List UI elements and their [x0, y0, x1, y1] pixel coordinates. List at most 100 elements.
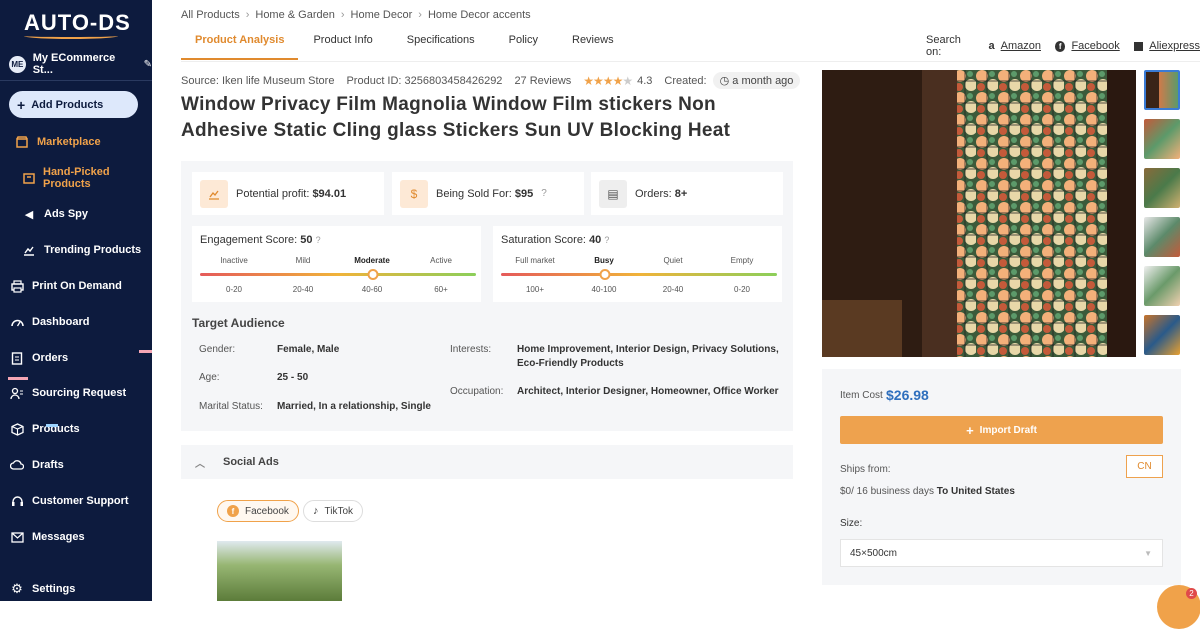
chat-widget-button[interactable]: 2	[1157, 585, 1200, 629]
potential-profit-card: Potential profit: $94.01	[192, 172, 384, 215]
add-products-button[interactable]: + Add Products	[9, 91, 138, 118]
sidebar-item-hand-picked[interactable]: Hand-Picked Products	[0, 166, 152, 190]
thumbnail[interactable]	[1144, 266, 1180, 306]
sidebar-item-label: Ads Spy	[44, 208, 89, 220]
sidebar-item-products[interactable]: Products	[0, 419, 152, 439]
thumbnail[interactable]	[1144, 315, 1180, 355]
clock-icon: ◷	[719, 75, 730, 87]
aliexpress-link[interactable]: Aliexpress	[1149, 40, 1200, 52]
pencil-icon[interactable]: ✎	[144, 59, 152, 70]
help-icon[interactable]: ?	[604, 235, 609, 245]
store-icon	[15, 135, 29, 149]
chevron-up-icon[interactable]: ︿	[195, 455, 205, 470]
thumbnail[interactable]	[1144, 217, 1180, 257]
clipboard-icon: ▤	[599, 179, 627, 208]
facebook-filter-pill[interactable]: f Facebook	[217, 500, 299, 522]
megaphone-icon: ◀	[24, 208, 34, 221]
product-title: Window Privacy Film Magnolia Window Film…	[181, 94, 731, 141]
saturation-level: Full market	[515, 256, 555, 265]
engagement-level: Moderate	[354, 256, 390, 265]
profit-label: Potential profit:	[236, 187, 310, 200]
sidebar-item-trending[interactable]: Trending Products	[0, 240, 152, 260]
engagement-range: 40-60	[361, 285, 383, 294]
ad-thumbnail[interactable]	[217, 541, 342, 601]
product-main-image[interactable]	[822, 70, 1136, 357]
sidebar-item-drafts[interactable]: Drafts	[0, 455, 152, 475]
social-ads-title: Social Ads	[223, 456, 279, 468]
profit-value: $94.01	[312, 187, 347, 200]
sidebar-item-customer-support[interactable]: Customer Support	[0, 491, 152, 511]
tab-product-info[interactable]: Product Info	[298, 34, 392, 60]
sidebar-item-label: Drafts	[32, 459, 64, 471]
scroll-marker	[139, 350, 152, 353]
tab-specifications[interactable]: Specifications	[393, 34, 495, 60]
breadcrumb-item[interactable]: Home & Garden	[255, 9, 334, 21]
engagement-range: 0-20	[225, 285, 243, 294]
scroll-marker	[46, 424, 58, 427]
import-draft-button[interactable]: + Import Draft	[840, 416, 1163, 444]
saturation-range: 0-20	[733, 285, 751, 294]
product-meta: Source: Iken life Museum Store Product I…	[181, 72, 801, 89]
size-value: 45×500cm	[850, 547, 897, 559]
chart-icon	[200, 179, 228, 208]
tab-bar: Product Analysis Product Info Specificat…	[181, 34, 628, 60]
store-selector[interactable]: ME My ECommerce St... ✎	[9, 52, 152, 76]
engagement-score-card: Engagement Score: 50 ? Inactive Mild Mod…	[192, 226, 481, 302]
sidebar-item-messages[interactable]: Messages	[0, 527, 152, 547]
sidebar-item-label: Print On Demand	[32, 280, 122, 292]
target-audience-title: Target Audience	[192, 316, 285, 330]
package-icon	[10, 422, 24, 436]
saturation-gradient-bar	[501, 273, 777, 276]
breadcrumb-item[interactable]: All Products	[181, 9, 240, 21]
tiktok-filter-pill[interactable]: ♪ TikTok	[303, 500, 364, 522]
sidebar-item-label: Sourcing Request	[32, 387, 127, 399]
sidebar-item-sourcing[interactable]: Sourcing Request	[0, 383, 152, 403]
source-text: Source: Iken life Museum Store	[181, 74, 335, 87]
size-select[interactable]: 45×500cm ▼	[840, 539, 1163, 567]
trend-icon	[22, 243, 36, 257]
thumbnail[interactable]	[1144, 119, 1180, 159]
logo-arc	[24, 33, 118, 39]
age-label: Age:	[199, 372, 220, 383]
help-icon[interactable]: ?	[316, 235, 321, 245]
orders-card: ▤ Orders: 8+	[591, 172, 783, 215]
created-label: Created:	[664, 74, 707, 87]
gender-label: Gender:	[199, 344, 236, 355]
engagement-value: 50	[300, 234, 313, 246]
sidebar-item-label: Customer Support	[32, 495, 129, 507]
sidebar-item-label: Orders	[32, 352, 69, 364]
tab-reviews[interactable]: Reviews	[558, 34, 628, 60]
tiktok-pill-label: TikTok	[324, 505, 354, 517]
sidebar-item-label: Settings	[32, 583, 76, 595]
breadcrumb: All Products › Home & Garden › Home Decor ›…	[181, 9, 531, 21]
engagement-level: Mild	[295, 256, 311, 265]
rating-value: 4.3	[637, 74, 653, 87]
social-ads-header[interactable]: ︿ Social Ads	[181, 445, 793, 479]
tab-policy[interactable]: Policy	[495, 34, 558, 60]
saturation-range: 20-40	[662, 285, 684, 294]
headset-icon	[10, 494, 24, 508]
sidebar-item-ads-spy[interactable]: ◀ Ads Spy	[0, 204, 152, 224]
help-icon[interactable]: ?	[541, 188, 547, 199]
thumbnail[interactable]	[1144, 168, 1180, 208]
sidebar-item-print-on-demand[interactable]: Print On Demand	[0, 276, 152, 296]
breadcrumb-item[interactable]: Home Decor accents	[428, 9, 531, 21]
sidebar-item-settings[interactable]: ⚙ Settings	[0, 579, 152, 599]
sidebar-item-orders[interactable]: Orders	[0, 348, 152, 368]
amazon-link[interactable]: Amazon	[1001, 40, 1041, 52]
sidebar-item-marketplace[interactable]: Marketplace	[0, 132, 152, 152]
engagement-level: Inactive	[220, 256, 248, 265]
avatar: ME	[9, 55, 26, 73]
sidebar-item-label: Dashboard	[32, 316, 90, 328]
sidebar-item-dashboard[interactable]: Dashboard	[0, 312, 152, 332]
being-sold-card: $ Being Sold For: $95 ?	[392, 172, 584, 215]
tab-product-analysis[interactable]: Product Analysis	[181, 34, 299, 60]
size-label: Size:	[840, 518, 863, 529]
breadcrumb-item[interactable]: Home Decor	[351, 9, 413, 21]
ships-from-country-button[interactable]: CN	[1126, 455, 1163, 478]
facebook-link[interactable]: Facebook	[1071, 40, 1119, 52]
thumbnail[interactable]	[1144, 70, 1180, 110]
reviews-count[interactable]: 27 Reviews	[514, 75, 571, 87]
store-name: My ECommerce St...	[32, 52, 116, 76]
cloud-icon	[10, 458, 24, 472]
